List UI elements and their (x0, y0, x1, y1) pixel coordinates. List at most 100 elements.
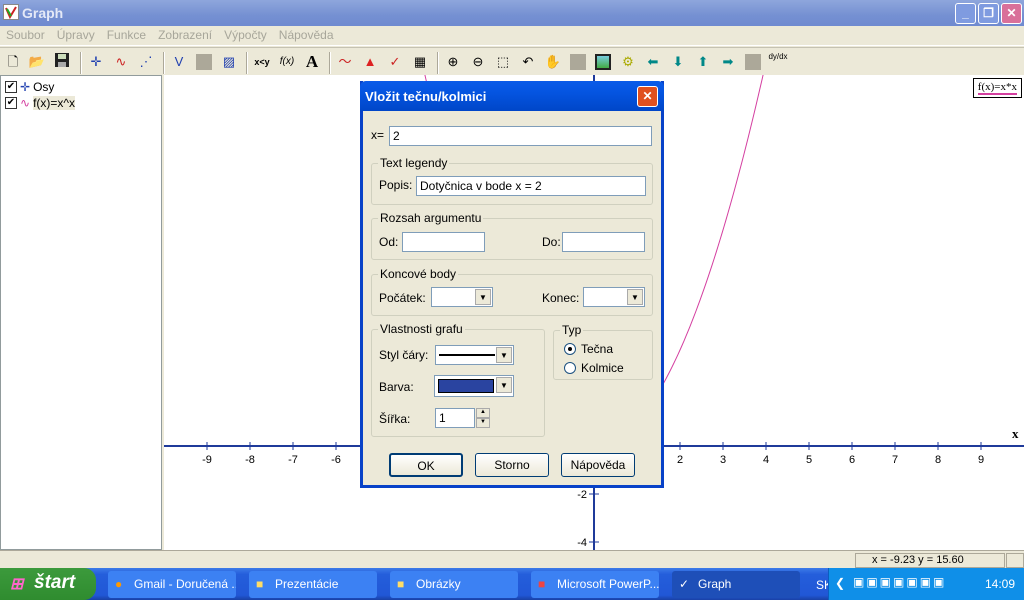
chevron-down-icon[interactable]: ▼ (627, 289, 643, 305)
width-spinner[interactable]: ▲ ▼ (476, 408, 490, 428)
tangent-normal-icon[interactable]: ✓ (385, 52, 405, 72)
shading-disabled-icon (194, 52, 214, 72)
chevron-down-icon[interactable]: ▼ (496, 377, 512, 393)
animate-icon[interactable]: ⚙ (618, 52, 638, 72)
table-icon[interactable]: ▦ (410, 52, 430, 72)
x-tick-label: -9 (202, 454, 212, 466)
normal-radio[interactable] (564, 362, 576, 374)
do-input[interactable] (562, 232, 645, 252)
dialog-close-button[interactable]: ✕ (637, 86, 658, 107)
normal-radio-label[interactable]: Kolmice (581, 361, 624, 375)
menu-funkce[interactable]: Funkce (101, 26, 152, 42)
tree-item-function[interactable]: ✔ ∿ f(x)=x^x (5, 95, 76, 111)
x-tick-label: -7 (288, 454, 298, 466)
function-curve-icon: ∿ (20, 96, 31, 110)
x-input[interactable]: 2 (389, 126, 652, 146)
menu-upravy[interactable]: Úpravy (51, 26, 101, 42)
task-label: Gmail - Doručená ... (134, 577, 236, 591)
menu-vypocty[interactable]: Výpočty (218, 26, 273, 42)
area-icon[interactable]: ▲ (360, 52, 380, 72)
task-powerpoint[interactable]: ■ Microsoft PowerP... (531, 571, 659, 598)
image-icon[interactable] (593, 52, 613, 72)
graph-legend[interactable]: f(x)=x*x (972, 78, 1022, 98)
arrow-left-icon[interactable]: ⬅ (643, 52, 663, 72)
new-file-icon[interactable]: 🗋 (3, 52, 23, 72)
menu-napoveda[interactable]: Nápověda (273, 26, 340, 42)
axes-icon[interactable]: ✛ (86, 52, 106, 72)
group-label: Rozsah argumentu (378, 211, 484, 225)
line-style-select[interactable]: ▼ (435, 345, 514, 365)
dialog-title: Vložit tečnu/kolmici (360, 81, 664, 111)
task-graph[interactable]: ✓ Graph (672, 571, 800, 598)
arrow-up-icon[interactable]: ⬆ (693, 52, 713, 72)
menu-zobrazeni[interactable]: Zobrazení (152, 26, 218, 42)
menu-soubor[interactable]: Soubor (0, 26, 51, 42)
axes-checkbox[interactable]: ✔ (5, 81, 17, 93)
title-bar: Graph _ ❐ ✕ (0, 0, 1024, 26)
tangent-radio[interactable] (564, 343, 576, 355)
insert-function-icon[interactable]: ∿ (111, 52, 131, 72)
ok-button[interactable]: OK (389, 453, 463, 477)
tree-item-axes[interactable]: ✔ ✛ Osy (5, 79, 54, 95)
derivative-icon[interactable]: dy/dx (768, 52, 788, 72)
x-tick-label: 6 (849, 454, 855, 466)
restore-button[interactable]: ❐ (978, 3, 999, 24)
insert-function-fx-icon[interactable]: f(x) (277, 52, 297, 72)
color-label: Barva: (379, 380, 414, 394)
spin-up-icon[interactable]: ▲ (476, 408, 490, 418)
start-button[interactable]: ⊞ štart (0, 568, 96, 600)
text-icon[interactable]: A (302, 52, 322, 72)
graph-properties-group: Vlastnosti grafu Styl čáry: ▼ Barva: ▼ Š… (371, 322, 545, 437)
od-label: Od: (379, 235, 399, 249)
od-input[interactable] (402, 232, 485, 252)
x-tick-label: 7 (892, 454, 898, 466)
insert-tangent-dialog: Vložit tečnu/kolmici ✕ x= 2 Text legendy… (360, 81, 664, 488)
chevron-left-icon[interactable]: ❮ (835, 576, 845, 590)
x-tick-label: 3 (720, 454, 726, 466)
arrow-down-icon[interactable]: ⬇ (668, 52, 688, 72)
task-prezentacie[interactable]: ■ Prezentácie (249, 571, 377, 598)
tangent-radio-label[interactable]: Tečna (581, 342, 613, 356)
windows-logo-icon: ⊞ (10, 576, 24, 593)
disabled-square-icon (568, 52, 588, 72)
x-tick-label: 5 (806, 454, 812, 466)
point-series-icon[interactable]: ⋰ (136, 52, 156, 72)
chevron-down-icon[interactable]: ▼ (496, 347, 512, 363)
x-label: x= (371, 128, 385, 142)
zoom-out-icon[interactable]: ⊖ (468, 52, 488, 72)
cancel-button[interactable]: Storno (475, 453, 549, 477)
open-folder-icon[interactable]: 📂 (27, 52, 47, 72)
task-obrazky[interactable]: ■ Obrázky (390, 571, 518, 598)
zoom-in-icon[interactable]: ⊕ (443, 52, 463, 72)
hand-pan-icon[interactable]: ✋ (543, 52, 563, 72)
end-label: Konec: (542, 291, 580, 305)
group-label: Vlastnosti grafu (378, 322, 465, 336)
popis-input[interactable]: Dotyčnica v bode x = 2 (416, 176, 646, 196)
arrow-right-icon[interactable]: ➡ (718, 52, 738, 72)
do-label: Do: (542, 235, 561, 249)
task-label: Obrázky (416, 577, 461, 591)
color-select[interactable]: ▼ (434, 375, 514, 397)
save-disk-icon[interactable] (52, 52, 72, 72)
spin-down-icon[interactable]: ▼ (476, 418, 490, 428)
zoom-window-icon[interactable]: ⬚ (493, 52, 513, 72)
start-select[interactable]: ▼ (431, 287, 493, 307)
help-button[interactable]: Nápověda (561, 453, 635, 477)
x-tick-label: 8 (935, 454, 941, 466)
close-button[interactable]: ✕ (1001, 3, 1022, 24)
task-label: Prezentácie (275, 577, 339, 591)
end-select[interactable]: ▼ (583, 287, 645, 307)
undo-zoom-icon[interactable]: ↶ (518, 52, 538, 72)
graph-app-icon (3, 4, 19, 20)
task-gmail[interactable]: ● Gmail - Doručená ... (108, 571, 236, 598)
width-input[interactable]: 1 (435, 408, 475, 428)
width-label: Šířka: (379, 412, 411, 426)
tray-icons[interactable]: ▣▣▣▣▣▣▣ (853, 575, 946, 589)
shading-icon[interactable]: ▨ (219, 52, 239, 72)
trendline-icon[interactable]: 〜 (335, 52, 355, 72)
relation-icon[interactable]: x<y (252, 52, 272, 72)
tangent-icon[interactable]: V (169, 52, 189, 72)
minimize-button[interactable]: _ (955, 3, 976, 24)
function-checkbox[interactable]: ✔ (5, 97, 17, 109)
chevron-down-icon[interactable]: ▼ (475, 289, 491, 305)
